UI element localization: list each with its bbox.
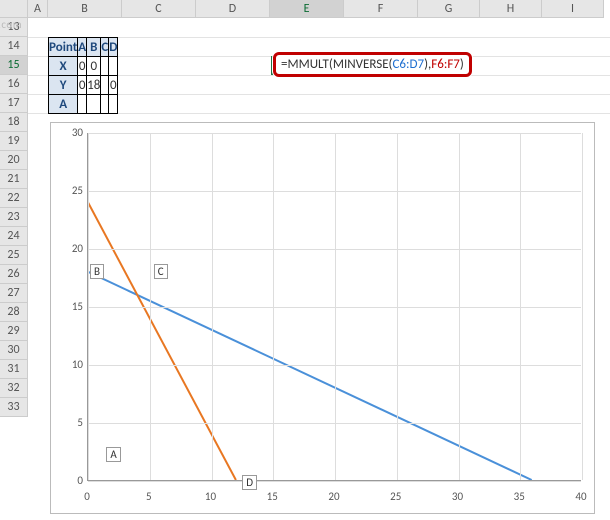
chart[interactable]: A B C D 0 5 10 15 20 25 30 0 5 10 15 20 25 30 35 40 [50,122,595,514]
table-header[interactable]: Point [49,38,78,57]
cell[interactable] [101,76,109,95]
col-header[interactable]: D [196,0,270,18]
cell[interactable] [101,95,109,114]
data-table[interactable]: Point A B C D X 0 0 Y 0 18 0 A [48,37,118,114]
row-header[interactable]: 19 [0,132,28,151]
series-line [88,272,532,480]
formula-ref1: C6:D7 [393,57,425,72]
column-headers: A B C D E F G H I [0,0,604,18]
row-header[interactable]: 29 [0,322,28,341]
row-header[interactable]: 21 [0,170,28,189]
row-header[interactable]: 26 [0,265,28,284]
data-label: C [154,264,168,279]
col-header[interactable]: I [542,0,604,18]
ytick-label: 0 [57,474,83,487]
formula-overlay[interactable]: =MMULT(MINVERSE(C6:D7),F6:F7) [273,52,472,77]
ytick-label: 20 [57,242,83,255]
formula-text: ) [460,57,464,72]
col-header[interactable]: H [480,0,542,18]
cell[interactable] [109,57,118,76]
col-header[interactable]: F [344,0,418,18]
table-header[interactable]: B [87,38,101,57]
row-header[interactable]: 22 [0,189,28,208]
row-header[interactable]: 31 [0,360,28,379]
row-header[interactable]: 28 [0,303,28,322]
xtick-label: 0 [72,490,102,503]
row-header[interactable]: 25 [0,246,28,265]
row-header[interactable]: 16 [0,75,28,94]
row-label[interactable]: A [49,95,78,114]
data-label: D [242,475,257,490]
row-header[interactable]: 15 [0,56,28,75]
xtick-label: 30 [443,490,473,503]
cell[interactable] [101,57,109,76]
row-label[interactable]: X [49,57,78,76]
ytick-label: 30 [57,126,83,139]
xtick-label: 20 [319,490,349,503]
row-header[interactable]: 30 [0,341,28,360]
col-header[interactable]: A [28,0,48,18]
series-line [88,202,236,480]
ytick-label: 10 [57,358,83,371]
col-header[interactable]: B [48,0,122,18]
row-header[interactable]: 23 [0,208,28,227]
col-header[interactable]: G [418,0,480,18]
row-label[interactable]: Y [49,76,78,95]
row-header[interactable]: 20 [0,151,28,170]
select-all-corner[interactable] [0,0,28,18]
col-header[interactable]: E [270,0,344,18]
row-header[interactable]: 32 [0,379,28,398]
cell[interactable]: 0 [87,57,101,76]
col-header[interactable]: C [122,0,196,18]
xtick-label: 35 [504,490,534,503]
cell[interactable]: 0 [78,76,87,95]
ytick-label: 25 [57,184,83,197]
row-header[interactable]: 33 [0,398,28,417]
xtick-label: 25 [381,490,411,503]
data-label: B [90,264,104,279]
cell[interactable]: 18 [87,76,101,95]
xtick-label: 10 [196,490,226,503]
data-label: A [106,447,120,462]
xtick-label: 40 [566,490,596,503]
row-header[interactable]: 14 [0,37,28,56]
row-header[interactable]: 17 [0,94,28,113]
formula-text: =MMULT(MINVERSE( [281,57,393,72]
plot-area: ABCD [87,133,581,481]
row-header[interactable]: 24 [0,227,28,246]
cell[interactable] [109,95,118,114]
xtick-label: 5 [134,490,164,503]
cell[interactable] [78,95,87,114]
table-header[interactable]: A [78,38,87,57]
cell[interactable]: 0 [109,76,118,95]
ytick-label: 5 [57,416,83,429]
row-header[interactable]: 27 [0,284,28,303]
cell[interactable]: 0 [78,57,87,76]
table-header[interactable]: C [101,38,109,57]
row-headers: 13 14 15 16 17 18 19 20 21 22 23 24 25 2… [0,18,28,417]
watermark: wsxdn.com [0,18,22,31]
ytick-label: 15 [57,300,83,313]
cell[interactable] [87,95,101,114]
formula-ref2: F6:F7 [431,57,460,72]
xtick-label: 15 [257,490,287,503]
table-header[interactable]: D [109,38,118,57]
row-header[interactable]: 18 [0,113,28,132]
